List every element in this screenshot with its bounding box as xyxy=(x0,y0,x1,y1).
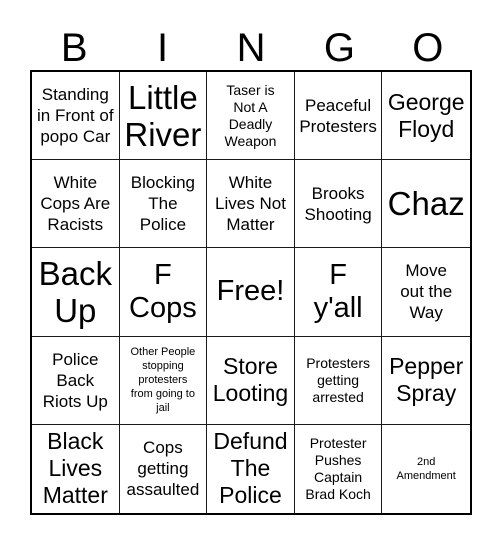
bingo-cell[interactable]: Taser is Not A Deadly Weapon xyxy=(207,72,295,161)
bingo-cell-label: Move out the Way xyxy=(400,261,453,323)
bingo-cell[interactable]: Standing in Front of popo Car xyxy=(32,72,120,161)
bingo-cell-label: Protesters getting arrested xyxy=(306,354,370,405)
bingo-cell-label: White Lives Not Matter xyxy=(215,173,286,235)
bingo-cell[interactable]: F Cops xyxy=(119,248,208,337)
bingo-cell-label: Store Looting xyxy=(212,353,289,407)
bingo-header: B I N G O xyxy=(30,14,472,70)
bingo-cell[interactable]: Chaz xyxy=(382,160,470,249)
bingo-cell-free[interactable]: Free! xyxy=(207,248,295,337)
bingo-cell-label: Black Lives Matter xyxy=(42,428,108,509)
header-letter-b: B xyxy=(60,26,88,70)
bingo-cell-label: Taser is Not A Deadly Weapon xyxy=(224,81,277,149)
bingo-card: B I N G O Standing in Front of popo Car … xyxy=(0,0,500,544)
bingo-cell-label: Blocking The Police xyxy=(130,173,196,235)
bingo-cell-label: George Floyd xyxy=(387,88,465,142)
bingo-cell[interactable]: White Cops Are Racists xyxy=(32,160,120,249)
bingo-cell-label: Chaz xyxy=(387,185,465,223)
bingo-cell-label: Free! xyxy=(216,275,285,308)
bingo-cell[interactable]: Cops getting assaulted xyxy=(119,424,208,513)
bingo-cell-label: Defund The Police xyxy=(213,428,288,509)
header-letter-o: O xyxy=(412,26,444,70)
bingo-cell[interactable]: Brooks Shooting xyxy=(294,160,383,249)
bingo-cell-label: Back Up xyxy=(38,254,112,329)
bingo-cell-label: F y'all xyxy=(313,258,363,324)
bingo-cell-label: F Cops xyxy=(129,258,197,324)
bingo-cell[interactable]: Blocking The Police xyxy=(119,160,208,249)
header-letter-i: I xyxy=(157,26,169,70)
bingo-cell[interactable]: Protester Pushes Captain Brad Koch xyxy=(294,424,383,513)
bingo-cell[interactable]: Back Up xyxy=(32,248,120,337)
bingo-cell[interactable]: Little River xyxy=(119,72,208,161)
bingo-cell[interactable]: George Floyd xyxy=(382,72,470,161)
bingo-cell-label: Cops getting assaulted xyxy=(126,438,200,500)
bingo-cell-label: Pepper Spray xyxy=(389,353,464,407)
bingo-cell-label: Other People stopping protesters from go… xyxy=(130,346,196,415)
header-letter-n: N xyxy=(236,26,266,70)
bingo-cell[interactable]: Protesters getting arrested xyxy=(294,336,383,425)
bingo-cell-label: Protester Pushes Captain Brad Koch xyxy=(305,434,371,502)
bingo-cell[interactable]: Store Looting xyxy=(207,336,295,425)
bingo-cell[interactable]: Police Back Riots Up xyxy=(32,336,120,425)
bingo-cell[interactable]: Black Lives Matter xyxy=(32,424,120,513)
bingo-cell[interactable]: Move out the Way xyxy=(382,248,470,337)
bingo-cell-label: White Cops Are Racists xyxy=(40,173,111,235)
bingo-cell[interactable]: Peaceful Protesters xyxy=(294,72,383,161)
bingo-cell-label: Standing in Front of popo Car xyxy=(37,85,114,147)
bingo-grid: Standing in Front of popo Car Little Riv… xyxy=(30,70,472,515)
bingo-cell[interactable]: F y'all xyxy=(294,248,383,337)
bingo-cell-label: Little River xyxy=(124,78,202,153)
bingo-cell[interactable]: White Lives Not Matter xyxy=(207,160,295,249)
bingo-cell[interactable]: 2nd Amendment xyxy=(382,424,470,513)
bingo-cell[interactable]: Pepper Spray xyxy=(382,336,470,425)
bingo-cell-label: Brooks Shooting xyxy=(304,183,372,224)
bingo-cell[interactable]: Other People stopping protesters from go… xyxy=(119,336,208,425)
bingo-cell-label: 2nd Amendment xyxy=(396,455,456,482)
bingo-cell-label: Peaceful Protesters xyxy=(299,95,377,136)
bingo-cell-label: Police Back Riots Up xyxy=(42,349,108,411)
header-letter-g: G xyxy=(323,26,355,70)
bingo-cell[interactable]: Defund The Police xyxy=(207,424,295,513)
